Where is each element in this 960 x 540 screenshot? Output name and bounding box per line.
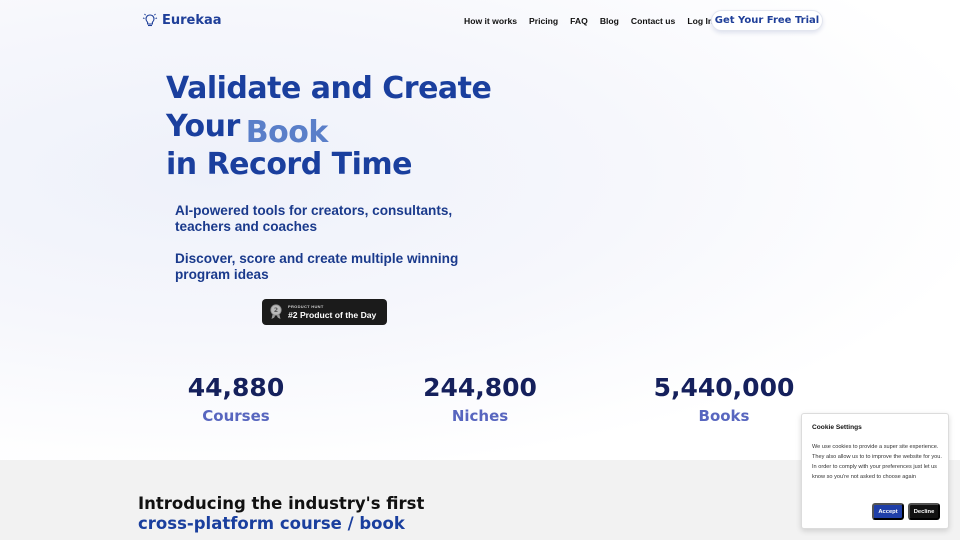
brand-logo[interactable]: Eurekaa: [142, 12, 222, 28]
free-trial-button[interactable]: Get Your Free Trial: [711, 10, 823, 31]
headline-line-2: Your Book: [166, 108, 491, 150]
svg-text:2: 2: [274, 307, 278, 314]
nav-link-faq[interactable]: FAQ: [570, 16, 588, 26]
accept-cookies-button[interactable]: Accept: [872, 503, 904, 520]
nav-link-how-it-works[interactable]: How it works: [464, 16, 517, 26]
stat-label: Books: [698, 407, 750, 425]
cookie-body: We use cookies to provide a super site e…: [812, 444, 942, 480]
rotating-word: Book: [245, 115, 329, 150]
brand-name: Eurekaa: [162, 12, 222, 28]
medal-icon: 2: [270, 304, 282, 319]
nav-links: How it works Pricing FAQ Blog Contact us…: [464, 16, 725, 26]
headline-line-3: in Record Time: [166, 147, 413, 182]
stat-value: 5,440,000: [653, 373, 795, 402]
intro-line-2: cross-platform course / book: [138, 514, 405, 533]
nav-link-contact[interactable]: Contact us: [631, 16, 675, 26]
nav-link-login[interactable]: Log In: [687, 16, 713, 26]
intro-line-1: Introducing the industry's first: [138, 494, 425, 513]
cookie-title: Cookie Settings: [812, 424, 862, 431]
stat-label: Courses: [202, 407, 270, 425]
stat-value: 44,880: [187, 373, 285, 402]
hero-headline: Validate and Create Your Book in Record T…: [166, 70, 492, 184]
headline-line-1: Validate and Create: [166, 71, 492, 106]
stat-value: 244,800: [423, 373, 537, 402]
stat-books: 5,440,000 Books: [624, 372, 824, 426]
badge-title: #2 Product of the Day: [288, 309, 377, 320]
hero-subtitle-1: AI-powered tools for creators, consultan…: [175, 203, 453, 234]
decline-cookies-button[interactable]: Decline: [908, 503, 940, 520]
hero-subtitle-2: Discover, score and create multiple winn…: [175, 251, 459, 282]
stat-niches: 244,800 Niches: [380, 372, 580, 426]
headline-prefix: Your: [166, 109, 240, 144]
cookie-banner: Cookie Settings We use cookies to provid…: [801, 413, 949, 529]
intro-heading: Introducing the industry's first cross-p…: [138, 494, 424, 534]
product-hunt-badge[interactable]: 2 PRODUCT HUNT #2 Product of the Day: [262, 299, 387, 325]
nav-link-blog[interactable]: Blog: [600, 16, 619, 26]
stat-courses: 44,880 Courses: [136, 372, 336, 426]
nav-link-pricing[interactable]: Pricing: [529, 16, 558, 26]
top-nav: Eurekaa How it works Pricing FAQ Blog Co…: [0, 0, 960, 42]
stat-label: Niches: [451, 407, 509, 425]
lightbulb-icon: [142, 13, 158, 27]
badge-text: PRODUCT HUNT #2 Product of the Day: [288, 304, 376, 321]
